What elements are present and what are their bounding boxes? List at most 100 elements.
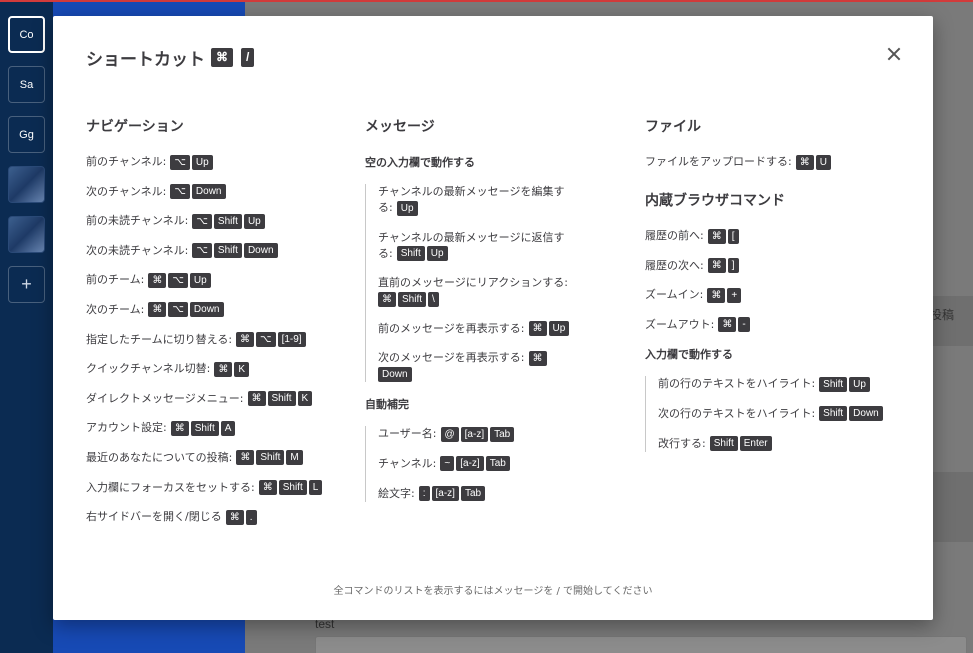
shortcut-row: 次のチーム: ⌘ ⌥ Down [86,302,346,318]
shortcut-label: 右サイドバーを開く/閉じる [86,510,222,524]
team-sidebar: Co Sa Gg + [0,2,53,653]
shortcut-row: アカウント設定: ⌘ Shift A [86,420,346,436]
shortcuts-modal: ショートカット ⌘ / ナビゲーション 前のチャンネル: ⌥ Up 次のチャンネル: ⌥… [53,16,933,620]
shortcut-row: チャンネル: ~ [a-z] Tab [378,456,625,472]
key-badge: [ [727,228,739,244]
key-badge: Down [189,302,224,318]
shortcut-label: 直前のメッセージにリアクションする: [378,276,568,290]
shortcut-row: ファイルをアップロードする: ⌘ U [645,154,905,170]
shortcut-row: ユーザー名: @ [a-z] Tab [378,426,625,442]
key-badge: ⌘ [528,350,547,366]
key-badge: ⌥ [170,154,190,170]
navigation-column: ナビゲーション 前のチャンネル: ⌥ Up 次のチャンネル: ⌥ Down 前の未読チャンネ… [86,116,346,539]
key-badge: Shift [819,406,848,422]
key-badge: . [245,509,257,525]
key-badge: ⌥ [192,213,212,229]
key-badge: Shift [267,391,296,407]
key-badge: ⌘ [707,287,726,303]
key-badge: [a-z] [431,486,459,502]
team-button-co[interactable]: Co [8,16,45,53]
key-badge: ⌘ [258,480,277,496]
key-badge: Enter [739,436,772,452]
shortcut-label: アカウント設定: [86,421,167,435]
key-badge: + [727,287,742,303]
shortcut-row: 次の未読チャンネル: ⌥ Shift Down [86,243,346,259]
shortcut-row: 次の行のテキストをハイライト: Shift Down [658,406,905,422]
key-badge: ⌥ [168,302,188,318]
key-badge: Shift [213,243,242,259]
key-badge: [a-z] [456,456,484,472]
section-title-messages: メッセージ [365,119,435,135]
key-badge: Shift [256,450,285,466]
shortcut-label: 前のメッセージを再表示する: [378,321,525,335]
key-badge: [1-9] [277,332,306,348]
key-badge: Tab [460,486,486,502]
shortcut-label: 最近のあなたについての投稿: [86,450,233,464]
key-badge: Shift [819,376,848,392]
shortcut-row: チャンネルの最新メッセージを編集する: Up [378,184,583,216]
shortcut-label: ダイレクトメッセージメニュー: [86,391,244,405]
key-badge: ⌥ [192,243,212,259]
shortcut-label: 前の行のテキストをハイライト: [658,377,816,391]
section-title-navigation: ナビゲーション [86,119,184,135]
key-badge: [a-z] [460,426,489,442]
message-input-box[interactable] [315,636,967,653]
shortcut-row: 直前のメッセージにリアクションする:⌘ Shift \ [378,275,583,307]
key-badge: U [815,154,831,170]
team-button-image-2[interactable] [8,216,45,253]
shortcut-row: 次のチャンネル: ⌥ Down [86,184,346,200]
modal-title: ショートカット ⌘ / [86,45,256,70]
modal-title-text: ショートカット [86,50,205,70]
key-badge: Up [189,272,211,288]
shortcut-row: ズームイン: ⌘ + [645,287,905,303]
modal-footer-hint: 全コマンドのリストを表示するにはメッセージを / で開始してください [333,586,653,597]
key-badge: ⌘ [211,48,233,67]
shortcut-label: 次の行のテキストをハイライト: [658,406,816,420]
team-button-gg[interactable]: Gg [8,116,45,153]
key-badge: ⌘ [247,391,266,407]
shortcut-label: ズームアウト: [645,317,715,331]
key-badge: Shift [278,480,307,496]
key-badge: ⌥ [256,332,276,348]
shortcut-row: 絵文字:: [a-z] Tab [378,486,625,502]
key-badge: Up [849,376,870,392]
shortcut-label: 次のメッセージを再表示する: [378,351,525,365]
add-team-button[interactable]: + [8,266,45,303]
key-badge: Up [396,200,418,216]
shortcut-label: 指定したチームに切り替える: [86,332,233,346]
shortcut-label: 改行する: [658,436,706,450]
key-badge: ⌘ [795,154,814,170]
shortcut-row: 最近のあなたについての投稿: ⌘ Shift M [86,450,346,466]
shortcut-label: ユーザー名: [378,427,437,441]
key-badge: Shift [213,213,242,229]
key-badge: L [308,480,323,496]
shortcut-label: 次のチーム: [86,302,145,316]
shortcut-row: 前のメッセージを再表示する: ⌘ Up [378,321,583,337]
shortcut-label: チャンネル: [378,456,437,470]
key-badge: ~ [440,456,455,472]
shortcut-row: 入力欄にフォーカスをセットする: ⌘ Shift L [86,480,346,496]
shortcut-label: ズームイン: [645,288,704,302]
key-badge: ⌘ [236,332,255,348]
shortcut-row: 履歴の前へ: ⌘[ [645,228,905,244]
subsection-title-input: 入力欄で動作する [645,348,733,362]
messages-column: メッセージ 空の入力欄で動作する チャンネルの最新メッセージを編集する: Up チャ… [365,116,625,516]
shortcut-row: 前のチャンネル: ⌥ Up [86,154,346,170]
shortcut-row: 改行する: Shift Enter [658,436,905,452]
key-badge: ⌘ [236,450,255,466]
key-badge: ⌘ [148,272,167,288]
shortcut-row: 前の行のテキストをハイライト: Shift Up [658,376,905,392]
close-icon[interactable] [887,47,901,61]
key-badge: ⌥ [168,272,188,288]
key-badge: Shift [396,246,425,262]
key-badge: A [220,420,236,436]
key-badge: / [241,48,255,67]
key-badge: K [234,361,250,377]
shortcut-label: 次の未読チャンネル: [86,243,189,257]
shortcut-label: クイックチャンネル切替: [86,362,211,376]
team-button-image-1[interactable] [8,166,45,203]
key-badge: M [286,450,303,466]
team-button-sa[interactable]: Sa [8,66,45,103]
section-title-browser: 内蔵ブラウザコマンド [645,193,785,209]
empty-input-group: チャンネルの最新メッセージを編集する: Up チャンネルの最新メッセージに返信する:… [365,184,625,383]
